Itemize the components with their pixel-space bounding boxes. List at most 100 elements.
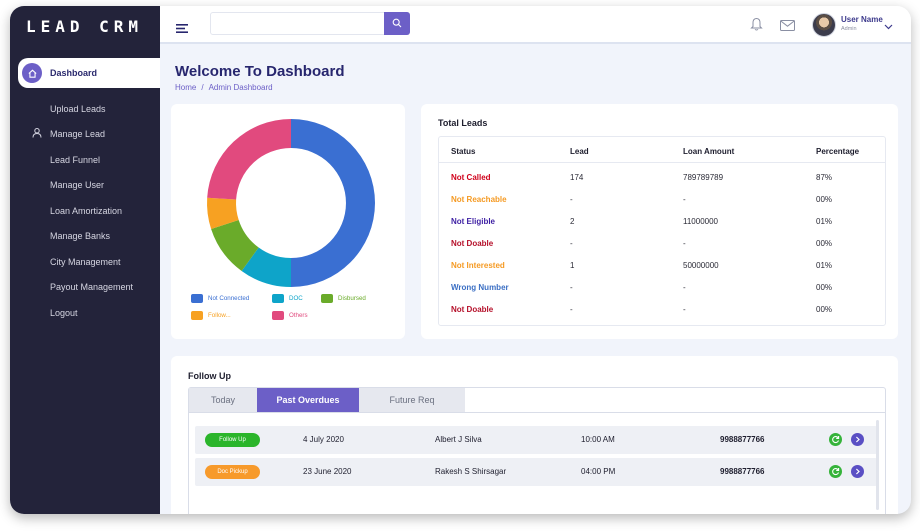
arrow-right-icon[interactable] (851, 433, 864, 446)
sidebar-item-label: Manage User (50, 180, 105, 191)
tab-today[interactable]: Today (189, 388, 257, 412)
lead-status: Not Interested (451, 261, 505, 270)
arrow-right-icon[interactable] (851, 465, 864, 478)
app-window: LEAD CRM Dashboard Upload Leads Manage L… (10, 6, 911, 514)
follow-up-name: Rakesh S Shirsagar (435, 467, 507, 476)
lead-status: Wrong Number (451, 283, 509, 292)
legend-label: Not Connected (208, 295, 250, 302)
sidebar-item-label: Lead Funnel (50, 154, 101, 165)
follow-up-phone: 9988877766 (720, 435, 765, 444)
loan-amount: - (683, 305, 686, 314)
legend-label: Disbursed (338, 295, 366, 302)
tab-past-overdues[interactable]: Past Overdues (257, 388, 359, 412)
avatar[interactable] (812, 13, 836, 37)
follow-up-tabs: Today Past Overdues Future Req Follow Up… (188, 387, 886, 514)
loan-amount: - (683, 195, 686, 204)
follow-up-row[interactable]: Follow Up 4 July 2020 Albert J Silva 10:… (195, 426, 877, 454)
legend-swatch (272, 311, 284, 320)
total-leads-table: Status Lead Loan Amount Percentage Not C… (438, 136, 886, 326)
chevron-down-icon[interactable] (884, 17, 893, 35)
follow-up-phone: 9988877766 (720, 467, 765, 476)
mail-icon[interactable] (780, 18, 795, 36)
sidebar: LEAD CRM Dashboard Upload Leads Manage L… (10, 6, 160, 514)
sidebar-item-manage-user[interactable]: Manage User (10, 173, 160, 199)
legend-item[interactable]: Follow... (191, 311, 231, 320)
sidebar-item-lead-funnel[interactable]: Lead Funnel (10, 147, 160, 173)
legend-item[interactable]: DOC (272, 294, 303, 303)
legend-label: Others (289, 312, 308, 319)
lead-count: - (570, 305, 573, 314)
lead-status: Not Doable (451, 239, 494, 248)
follow-up-name: Albert J Silva (435, 435, 482, 444)
col-percentage: Percentage (816, 147, 860, 156)
donut-chart (207, 119, 375, 287)
breadcrumb-current: Admin Dashboard (208, 83, 273, 92)
sidebar-item-label: Manage Banks (50, 231, 111, 242)
sidebar-item-label: Loan Amortization (50, 205, 123, 216)
sidebar-item-loan-amortization[interactable]: Loan Amortization (10, 198, 160, 224)
search-input[interactable] (211, 13, 409, 34)
sidebar-item-label: City Management (50, 256, 121, 267)
lead-percentage: 01% (816, 261, 833, 270)
lead-status: Not Doable (451, 305, 494, 314)
sidebar-item-manage-lead[interactable]: Manage Lead (10, 122, 160, 148)
legend-item[interactable]: Others (272, 311, 308, 320)
donut-slice-others[interactable] (207, 119, 291, 200)
loan-amount: - (683, 283, 686, 292)
menu-icon[interactable] (176, 20, 188, 38)
legend-swatch (191, 311, 203, 320)
bell-icon[interactable] (750, 17, 763, 36)
follow-up-time: 10:00 AM (581, 435, 615, 444)
sidebar-item-label: Logout (50, 307, 78, 318)
sidebar-item-payout-management[interactable]: Payout Management (10, 275, 160, 301)
follow-up-time: 04:00 PM (581, 467, 616, 476)
loan-amount: 11000000 (683, 217, 718, 226)
follow-up-date: 4 July 2020 (303, 435, 344, 444)
search-button[interactable] (384, 12, 410, 35)
search-field (210, 12, 410, 35)
sidebar-item-dashboard[interactable]: Dashboard (18, 58, 160, 88)
sidebar-item-city-management[interactable]: City Management (10, 249, 160, 275)
loan-amount: - (683, 239, 686, 248)
sidebar-item-upload-leads[interactable]: Upload Leads (10, 96, 160, 122)
breadcrumb: Home / Admin Dashboard (175, 83, 273, 92)
status-badge: Follow Up (205, 433, 260, 447)
app-logo: LEAD CRM (26, 16, 144, 36)
lead-percentage: 00% (816, 239, 833, 248)
sidebar-item-manage-banks[interactable]: Manage Banks (10, 224, 160, 250)
legend-item[interactable]: Disbursed (321, 294, 366, 303)
legend-item[interactable]: Not Connected (191, 294, 249, 303)
lead-count: - (570, 283, 573, 292)
table-header-divider (439, 162, 885, 163)
user-role: Admin (841, 26, 857, 32)
legend-swatch (191, 294, 203, 303)
tab-future-req[interactable]: Future Req (359, 388, 465, 412)
sidebar-item-label: Manage Lead (50, 129, 106, 140)
page-title: Welcome To Dashboard (175, 63, 345, 80)
lead-percentage: 01% (816, 217, 833, 226)
tabs-divider (189, 412, 885, 413)
refresh-icon[interactable] (829, 465, 842, 478)
user-name[interactable]: User Name (841, 15, 883, 24)
sidebar-item-logout[interactable]: Logout (10, 300, 160, 326)
sidebar-item-label: Dashboard (50, 68, 98, 78)
lead-count: 174 (570, 173, 584, 182)
scrollbar[interactable] (876, 420, 879, 510)
col-lead: Lead (570, 147, 589, 156)
lead-count: - (570, 195, 573, 204)
follow-up-date: 23 June 2020 (303, 467, 352, 476)
tabs-bar: Today Past Overdues Future Req (189, 388, 465, 412)
legend-label: DOC (289, 295, 303, 302)
refresh-icon[interactable] (829, 433, 842, 446)
lead-status-chart-card: Not Connected DOC Disbursed Follow... Others (171, 104, 405, 339)
lead-percentage: 00% (816, 195, 833, 204)
donut-slice-not-connected[interactable] (291, 119, 375, 287)
sidebar-nav: Dashboard Upload Leads Manage Lead Lead … (10, 58, 160, 326)
sidebar-item-label: Payout Management (50, 282, 134, 293)
lead-status: Not Reachable (451, 195, 507, 204)
breadcrumb-home[interactable]: Home (175, 83, 196, 92)
loan-amount: 789789789 (683, 173, 724, 182)
follow-up-row[interactable]: Doc Pickup 23 June 2020 Rakesh S Shirsag… (195, 458, 877, 486)
search-icon (392, 15, 402, 33)
sidebar-item-label: Upload Leads (50, 103, 106, 114)
